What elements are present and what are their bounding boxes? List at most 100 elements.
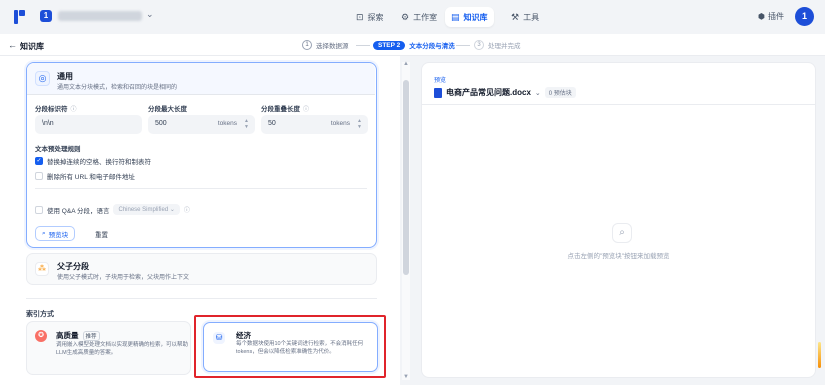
high-quality-index-card[interactable]: ✪ 高质量 推荐 调用嵌入模型处理文档以实现更精确的检索，可以帮助LLM生成高质… bbox=[26, 321, 191, 375]
general-title: 通用 bbox=[57, 72, 73, 81]
top-nav-bar: 1 ⌄ ⊡ 探索 ⚙ 工作室 ▤ 知识库 ⚒ 工具 ⬢ 插件 1 bbox=[0, 0, 825, 34]
preprocess-rules-title: 文本预处理规则 bbox=[35, 146, 81, 153]
general-desc: 通用文本分块模式，检索和召回的块是相同的 bbox=[57, 85, 178, 91]
scrollbar-thumb[interactable] bbox=[403, 80, 409, 275]
stepper-icon[interactable]: ▲ ▼ bbox=[357, 118, 362, 130]
divider bbox=[422, 104, 815, 105]
qa-checkbox[interactable] bbox=[35, 205, 43, 214]
step-1-label: 选择数据源 bbox=[316, 43, 349, 50]
preview-panel: 预览 电商产品常见问题.docx ⌄ 0 预估块 ⌕ 点击左侧的"预览块"按钮来… bbox=[421, 62, 816, 378]
step-3: 3 处理并完成 bbox=[474, 40, 521, 50]
plugin-button[interactable]: ⬢ 插件 bbox=[758, 11, 784, 22]
search-icon: ⌕ bbox=[42, 229, 46, 237]
file-name: 电商产品常见问题.docx bbox=[446, 88, 531, 97]
step-1-number: 1 bbox=[302, 40, 312, 50]
rule-2-label: 删除所有 URL 和电子邮件地址 bbox=[47, 174, 135, 181]
reset-label: 重置 bbox=[95, 231, 108, 239]
parent-child-title: 父子分段 bbox=[57, 262, 89, 271]
qa-language-value: Chinese Simplified bbox=[118, 207, 169, 213]
parent-child-icon: ⁂ bbox=[35, 262, 49, 276]
scroll-up-icon[interactable]: ▲ bbox=[403, 61, 409, 67]
plugin-label: 插件 bbox=[767, 12, 784, 21]
info-icon[interactable]: ⓘ bbox=[303, 104, 309, 113]
general-chunk-card[interactable]: ◎ 通用 通用文本分块模式，检索和召回的块是相同的 分段标识符 ⓘ \n\n 分… bbox=[26, 62, 377, 248]
user-avatar[interactable]: 1 bbox=[795, 7, 814, 26]
info-icon[interactable]: ⓘ bbox=[71, 104, 77, 113]
step-2-badge: STEP 2 bbox=[373, 40, 406, 50]
separator-input[interactable]: \n\n bbox=[35, 115, 142, 134]
studio-icon: ⚙ bbox=[401, 11, 410, 22]
nav-knowledge-label: 知识库 bbox=[463, 12, 488, 22]
workspace-name-blurred[interactable] bbox=[58, 11, 142, 21]
separator-value: \n\n bbox=[42, 120, 54, 127]
nav-tools-label: 工具 bbox=[523, 12, 540, 22]
step-divider bbox=[456, 45, 470, 46]
separator-label: 分段标识符 ⓘ bbox=[35, 103, 77, 113]
sub-header: ← 知识库 1 选择数据源 STEP 2 文本分段与清洗 3 处理并完成 bbox=[0, 34, 825, 56]
plugin-icon: ⬢ bbox=[758, 12, 765, 21]
index-method-title: 索引方式 bbox=[26, 311, 54, 318]
search-icon: ⌕ bbox=[612, 223, 632, 243]
rule-replace-spaces[interactable]: ✓ 替换掉连续的空格、换行符和制表符 bbox=[35, 156, 151, 166]
step-1: 1 选择数据源 bbox=[302, 40, 349, 50]
preview-label: 预览 bbox=[434, 78, 447, 84]
app-logo-icon[interactable] bbox=[14, 10, 26, 24]
step-3-number: 3 bbox=[474, 40, 484, 50]
qa-chunk-row: 使用 Q&A 分段，语言 Chinese Simplified ⌄ ⓘ bbox=[35, 204, 190, 215]
explore-icon: ⊡ bbox=[356, 11, 364, 22]
divider bbox=[35, 188, 367, 189]
nav-studio-label: 工作室 bbox=[413, 12, 438, 22]
checkbox-checked[interactable]: ✓ bbox=[35, 157, 43, 165]
knowledge-icon: ▤ bbox=[451, 11, 460, 22]
high-quality-desc: 调用嵌入模型处理文档以实现更精确的检索，可以帮助LLM生成高质量的答案。 bbox=[56, 342, 189, 356]
reset-button[interactable]: 重置 bbox=[89, 226, 114, 241]
step-2: STEP 2 文本分段与清洗 bbox=[373, 40, 455, 50]
overlap-label: 分段重叠长度 ⓘ bbox=[261, 103, 309, 113]
overlap-label-text: 分段重叠长度 bbox=[261, 106, 300, 113]
high-quality-title: 高质量 bbox=[56, 331, 79, 340]
step-3-label: 处理并完成 bbox=[488, 43, 521, 50]
high-quality-title-row: 高质量 推荐 bbox=[56, 330, 100, 341]
max-length-value: 500 bbox=[155, 120, 167, 127]
nav-studio[interactable]: ⚙ 工作室 bbox=[395, 7, 443, 27]
rule-remove-urls[interactable]: 删除所有 URL 和电子邮件地址 bbox=[35, 171, 135, 181]
scroll-down-icon[interactable]: ▼ bbox=[403, 374, 409, 380]
step-divider bbox=[356, 45, 370, 46]
max-length-label-text: 分段最大长度 bbox=[148, 106, 187, 113]
nav-explore-label: 探索 bbox=[367, 12, 384, 22]
recommended-badge: 推荐 bbox=[82, 330, 100, 341]
parent-child-chunk-card[interactable]: ⁂ 父子分段 使用父子模式时，子块用于检索，父块用作上下文 bbox=[26, 253, 377, 285]
parent-child-desc: 使用父子模式时，子块用于检索，父块用作上下文 bbox=[57, 275, 190, 281]
tools-icon: ⚒ bbox=[511, 11, 520, 22]
high-quality-icon: ✪ bbox=[35, 330, 47, 342]
file-selector[interactable]: 电商产品常见问题.docx ⌄ 0 预估块 bbox=[434, 87, 576, 98]
rule-1-label: 替换掉连续的空格、换行符和制表符 bbox=[47, 159, 151, 166]
checkbox-unchecked[interactable] bbox=[35, 172, 43, 180]
chevron-down-icon: ⌄ bbox=[534, 89, 541, 97]
overlap-input[interactable]: 50 tokens ▲ ▼ bbox=[261, 115, 368, 134]
max-length-label: 分段最大长度 bbox=[148, 103, 187, 113]
qa-label: 使用 Q&A 分段，语言 bbox=[47, 207, 110, 215]
divider bbox=[26, 298, 377, 299]
stepper-icon[interactable]: ▲ ▼ bbox=[244, 118, 249, 130]
nav-explore[interactable]: ⊡ 探索 bbox=[350, 7, 390, 27]
max-length-unit: tokens bbox=[217, 120, 237, 127]
nav-knowledge[interactable]: ▤ 知识库 bbox=[445, 7, 494, 27]
chevron-down-icon[interactable]: ⌄ bbox=[146, 9, 154, 20]
back-arrow-icon[interactable]: ← bbox=[8, 40, 17, 50]
overlap-unit: tokens bbox=[330, 120, 350, 127]
workspace-avatar[interactable]: 1 bbox=[40, 10, 52, 22]
nav-tools[interactable]: ⚒ 工具 bbox=[505, 7, 545, 27]
highlight-annotation-box bbox=[194, 315, 386, 378]
info-icon[interactable]: ⓘ bbox=[184, 205, 190, 214]
document-icon bbox=[434, 87, 442, 98]
side-indicator bbox=[818, 342, 821, 368]
preview-chunks-button[interactable]: ⌕ 预览块 bbox=[35, 226, 76, 241]
separator-label-text: 分段标识符 bbox=[35, 106, 68, 113]
max-length-input[interactable]: 500 tokens ▲ ▼ bbox=[148, 115, 255, 134]
empty-preview-text: 点击左侧的"预览块"按钮来加载预览 bbox=[567, 253, 670, 260]
general-mode-icon: ◎ bbox=[35, 71, 50, 86]
overlap-value: 50 bbox=[268, 120, 276, 127]
step-2-label: 文本分段与清洗 bbox=[409, 43, 455, 50]
qa-language-select[interactable]: Chinese Simplified ⌄ bbox=[113, 204, 180, 215]
